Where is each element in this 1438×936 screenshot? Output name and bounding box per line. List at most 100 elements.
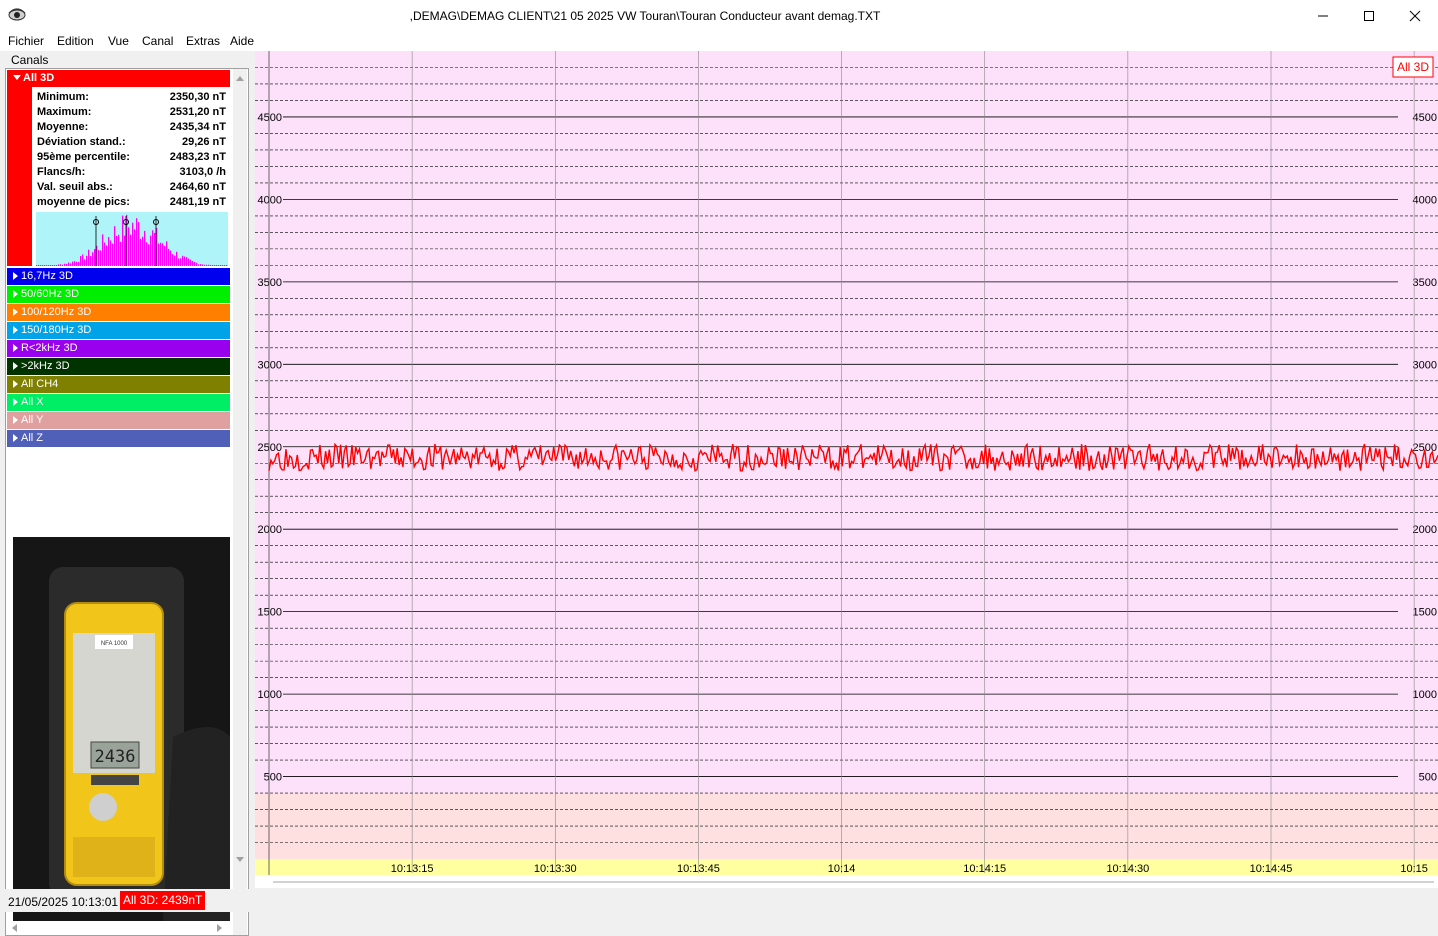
y-tick-label-left: 2000 [258, 524, 282, 536]
histogram-bar [84, 259, 86, 266]
scroll-down-icon[interactable] [233, 853, 247, 867]
histogram-bar [166, 241, 168, 266]
histogram-bar [222, 265, 224, 266]
histogram-bar [112, 243, 114, 266]
stat-row: Déviation stand.: 29,26 nT [32, 135, 230, 150]
menu-canal[interactable]: Canal [142, 34, 173, 48]
expand-icon [13, 434, 18, 442]
histogram-bar [92, 252, 94, 266]
y-tick-label-right: 3500 [1413, 277, 1437, 289]
vertical-scrollbar[interactable] [233, 69, 247, 935]
expand-icon [13, 308, 18, 316]
expand-icon [13, 290, 18, 298]
y-tick-label-right: 4000 [1413, 194, 1437, 206]
menu-edition[interactable]: Edition [57, 34, 94, 48]
channel-row[interactable]: >2kHz 3D [7, 358, 230, 375]
channel-row[interactable]: R<2kHz 3D [7, 340, 230, 357]
histogram-bar [172, 254, 174, 266]
channel-row[interactable]: All Y [7, 412, 230, 429]
histogram-bar [158, 243, 160, 266]
histogram-bar [90, 256, 92, 266]
histogram-bar [210, 264, 212, 266]
stat-value: 2464,60 nT [169, 181, 226, 193]
stat-value: 2435,34 nT [169, 121, 226, 133]
menu-vue[interactable]: Vue [108, 34, 129, 48]
channel-name: All Y [21, 414, 44, 426]
scroll-right-icon[interactable] [213, 921, 227, 935]
histogram-bar [62, 264, 64, 266]
x-tick-label: 10:14:30 [1106, 863, 1149, 875]
channel-name: All Z [21, 432, 43, 444]
stat-label: Flancs/h: [37, 166, 86, 178]
histogram-bar [142, 236, 144, 266]
x-tick-label: 10:13:30 [534, 863, 577, 875]
histogram-bar [72, 261, 74, 266]
channel-name: All X [21, 396, 44, 408]
histogram-bar [110, 240, 112, 266]
maximize-button[interactable] [1346, 0, 1392, 31]
stat-value: 2481,19 nT [169, 196, 226, 208]
histogram-bar [98, 249, 100, 266]
histogram-bar [114, 226, 116, 266]
histogram-bar [162, 243, 164, 266]
expand-icon [13, 362, 18, 370]
histogram-bar [150, 235, 152, 266]
histogram-bar [198, 264, 200, 266]
device-label: NFA 1000 [101, 641, 128, 647]
y-tick-label-left: 2500 [258, 442, 282, 454]
window-title: ,DEMAG\DEMAG CLIENT\21 05 2025 VW Touran… [409, 9, 881, 23]
histogram-bar [216, 265, 218, 266]
channel-row[interactable]: 150/180Hz 3D [7, 322, 230, 339]
close-button[interactable] [1392, 0, 1438, 31]
channel-name: R<2kHz 3D [21, 342, 78, 354]
y-tick-label-left: 3000 [258, 359, 282, 371]
histogram-bar [80, 256, 82, 266]
y-tick-label-right: 4500 [1413, 112, 1437, 124]
channel-header-all-3d[interactable]: All 3D [7, 70, 230, 87]
histogram-bar [40, 265, 42, 266]
channel-name: 16,7Hz 3D [21, 270, 73, 282]
menu-aide[interactable]: Aide [230, 34, 254, 48]
menu-extras[interactable]: Extras [186, 34, 220, 48]
histogram-bar [128, 227, 130, 266]
histogram-bar [196, 262, 198, 266]
histogram-bar [60, 264, 62, 266]
histogram-bar [124, 235, 126, 266]
histogram-bar [86, 255, 88, 266]
histogram-bar [178, 258, 180, 266]
histogram-bar [214, 265, 216, 266]
horizontal-scrollbar[interactable] [5, 921, 227, 935]
scroll-up-icon[interactable] [233, 71, 247, 85]
expand-icon [13, 398, 18, 406]
channel-row[interactable]: All X [7, 394, 230, 411]
channel-row[interactable]: 100/120Hz 3D [7, 304, 230, 321]
menu-fichier[interactable]: Fichier [8, 34, 44, 48]
histogram-bar [200, 264, 202, 266]
histogram-bar [204, 264, 206, 266]
histogram-bar [146, 242, 148, 266]
channel-row[interactable]: All CH4 [7, 376, 230, 393]
y-tick-label-left: 1500 [258, 607, 282, 619]
channel-row[interactable]: All Z [7, 430, 230, 447]
stat-row: moyenne de pics: 2481,19 nT [32, 195, 230, 210]
stat-row: Val. seuil abs.: 2464,60 nT [32, 180, 230, 195]
y-tick-label-right: 3000 [1413, 359, 1437, 371]
minimize-button[interactable] [1300, 0, 1346, 31]
channel-row[interactable]: 16,7Hz 3D [7, 268, 230, 285]
scroll-left-icon[interactable] [7, 921, 21, 935]
histogram-bar [38, 265, 40, 266]
stat-row: 95ème percentile: 2483,23 nT [32, 150, 230, 165]
panel-title: Canals [11, 53, 49, 67]
stat-value: 2350,30 nT [169, 91, 226, 103]
channel-row[interactable]: 50/60Hz 3D [7, 286, 230, 303]
y-tick-label-left: 500 [264, 772, 282, 784]
histogram-bar [66, 263, 68, 266]
time-series-chart[interactable]: 500 5001000 10001500 15002000 20002500 250030… [255, 51, 1438, 888]
histogram-bar [152, 230, 154, 266]
y-tick-label-left: 4500 [258, 112, 282, 124]
stat-label: Val. seuil abs.: [37, 181, 113, 193]
histogram-bar [76, 261, 78, 266]
histogram-bar [54, 265, 56, 266]
histogram-bar [138, 222, 140, 266]
histogram-bar [174, 255, 176, 266]
